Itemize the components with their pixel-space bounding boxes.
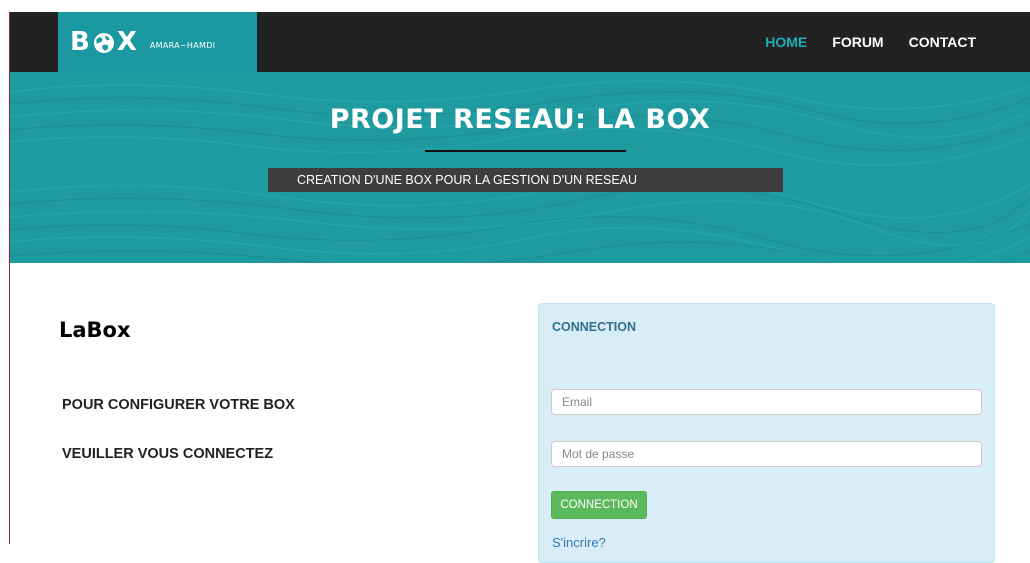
navbar: B X AMARA~HAMDI HOME FORUM CONTACT [10, 12, 1030, 72]
nav-links: HOME FORUM CONTACT [740, 12, 976, 72]
hero-banner: PROJET RESEAU: LA BOX CREATION D'UNE BOX… [10, 72, 1030, 263]
hero-subtitle: CREATION D'UNE BOX POUR LA GESTION D'UN … [268, 168, 783, 192]
brand-subtitle: AMARA~HAMDI [149, 40, 216, 50]
intro-line-configure: POUR CONFIGURER VOTRE BOX [62, 397, 295, 413]
intro-title: LaBox [59, 318, 131, 342]
brand-logo: B X [70, 27, 138, 57]
top-strip [0, 0, 1030, 12]
brand-link[interactable]: B X AMARA~HAMDI [58, 12, 257, 72]
nav-home-link[interactable]: HOME [765, 34, 807, 50]
connection-button[interactable]: CONNECTION [551, 491, 647, 519]
left-edge [0, 12, 10, 544]
password-field[interactable] [551, 441, 982, 467]
email-field[interactable] [551, 389, 982, 415]
hero-title: PROJET RESEAU: LA BOX [329, 104, 711, 135]
login-panel: CONNECTION CONNECTION S'incrire? [538, 303, 995, 563]
login-heading: CONNECTION [552, 320, 637, 334]
globe-icon [93, 31, 115, 53]
signup-link[interactable]: S'incrire? [552, 535, 606, 550]
intro-line-login: VEUILLER VOUS CONNECTEZ [62, 446, 274, 462]
nav-contact-link[interactable]: CONTACT [909, 34, 976, 50]
hero-divider [425, 150, 626, 152]
nav-forum-link[interactable]: FORUM [832, 34, 883, 50]
